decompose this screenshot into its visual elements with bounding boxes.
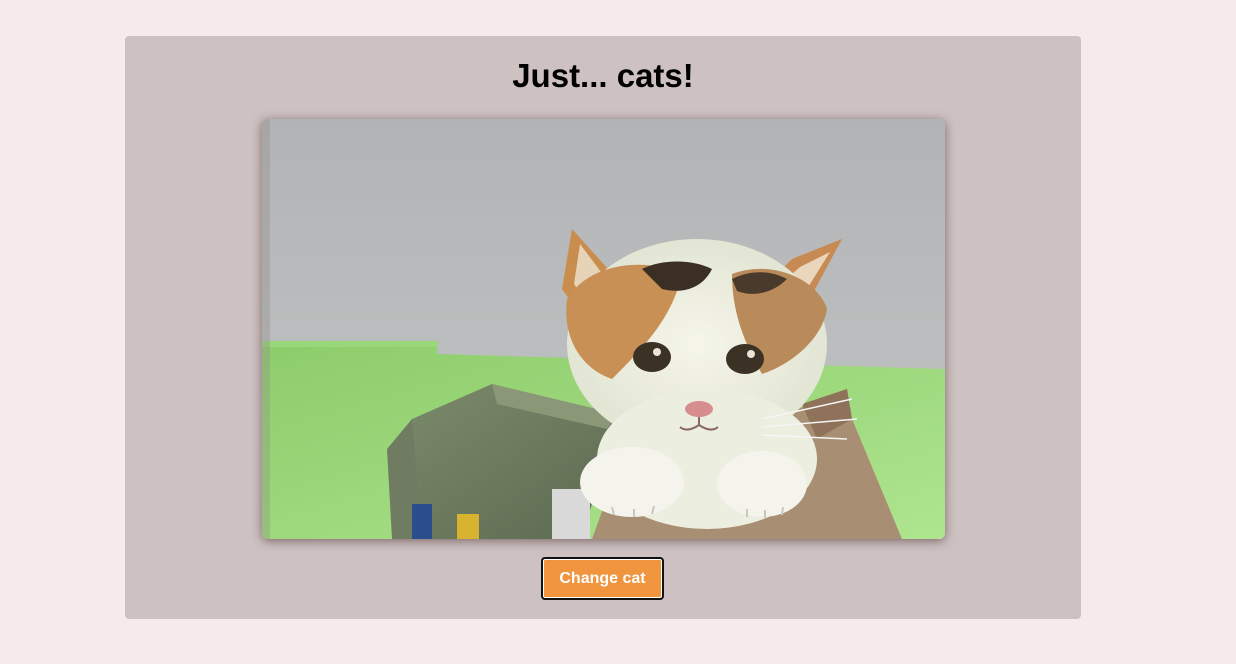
cat-photo-illustration	[262, 119, 945, 539]
page-title: Just... cats!	[512, 57, 694, 94]
cat-photo	[262, 119, 945, 539]
change-cat-button[interactable]: Change cat	[541, 557, 664, 600]
cat-card: Just... cats! Change cat	[125, 36, 1081, 619]
